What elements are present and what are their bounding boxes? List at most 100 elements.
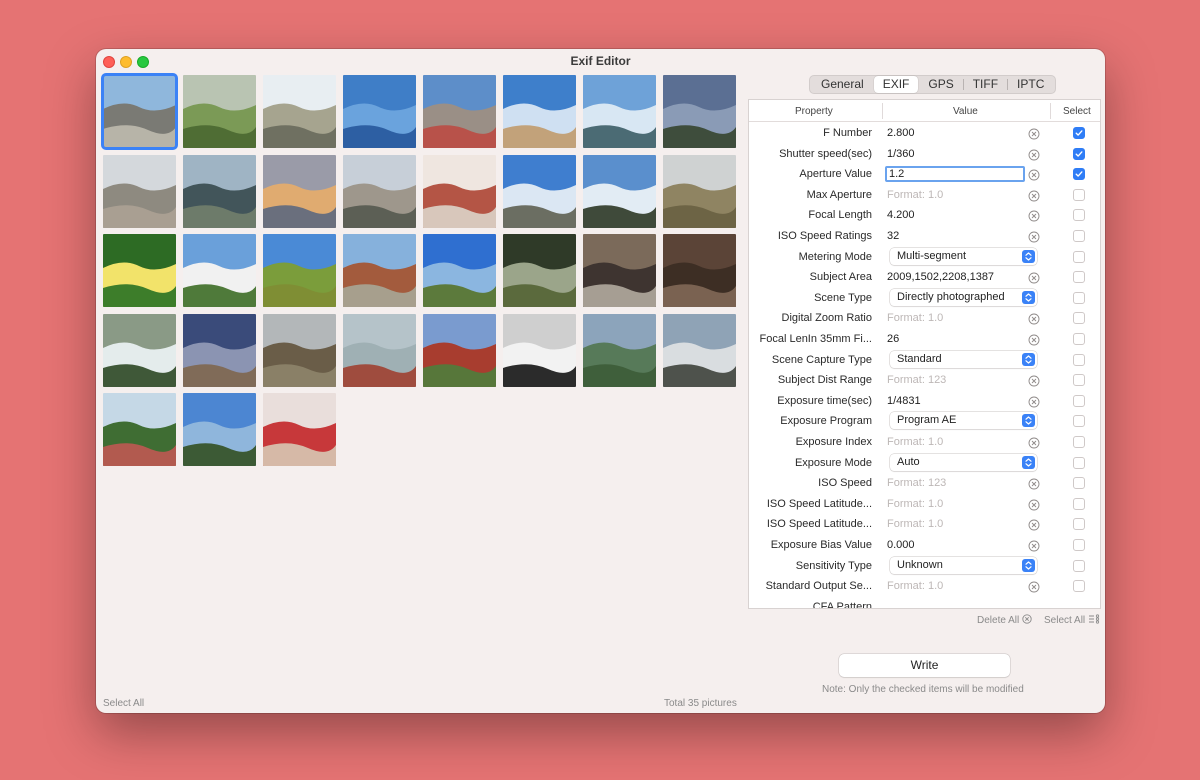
column-header-value[interactable]: Value bbox=[953, 106, 978, 117]
photo-thumbnail[interactable] bbox=[343, 154, 416, 228]
clear-icon[interactable] bbox=[1028, 189, 1040, 202]
clear-icon[interactable] bbox=[1028, 333, 1040, 346]
clear-icon[interactable] bbox=[1028, 209, 1040, 222]
value-placeholder[interactable]: Format: 1.0 bbox=[887, 436, 943, 448]
photo-thumbnail[interactable] bbox=[583, 313, 656, 387]
clear-icon[interactable] bbox=[1028, 312, 1040, 325]
select-checkbox[interactable] bbox=[1073, 497, 1085, 510]
photo-thumbnail[interactable] bbox=[263, 75, 336, 148]
photo-thumbnail[interactable] bbox=[101, 73, 178, 150]
photo-thumbnail[interactable] bbox=[183, 313, 256, 387]
clear-icon[interactable] bbox=[1028, 148, 1040, 161]
photo-thumbnail[interactable] bbox=[263, 154, 336, 228]
select-checkbox[interactable] bbox=[1073, 188, 1085, 201]
photo-thumbnail[interactable] bbox=[663, 313, 736, 387]
value-field[interactable]: 32 bbox=[887, 230, 899, 242]
photo-thumbnail[interactable] bbox=[503, 313, 576, 387]
value-field[interactable]: 2009,1502,2208,1387 bbox=[887, 271, 994, 283]
photo-thumbnail[interactable] bbox=[343, 234, 416, 307]
photo-thumbnail[interactable] bbox=[183, 75, 256, 148]
select-checkbox[interactable] bbox=[1073, 291, 1085, 304]
photo-thumbnail[interactable] bbox=[183, 234, 256, 307]
value-field[interactable]: 0.000 bbox=[887, 539, 915, 551]
value-placeholder[interactable]: Format: 1.0 bbox=[887, 580, 943, 592]
clear-icon[interactable] bbox=[1028, 436, 1040, 449]
value-select[interactable]: Program AE bbox=[890, 412, 1037, 430]
photo-thumbnail[interactable] bbox=[423, 154, 496, 228]
value-select[interactable]: Directly photographed bbox=[890, 288, 1037, 306]
photo-thumbnail[interactable] bbox=[583, 234, 656, 307]
select-checkbox[interactable] bbox=[1073, 394, 1085, 407]
clear-icon[interactable] bbox=[1028, 127, 1040, 140]
select-checkbox[interactable] bbox=[1073, 209, 1085, 222]
select-checkbox[interactable] bbox=[1073, 518, 1085, 531]
value-select[interactable]: Standard bbox=[890, 350, 1037, 368]
clear-icon[interactable] bbox=[1028, 477, 1040, 490]
select-checkbox[interactable] bbox=[1073, 127, 1085, 139]
select-checkbox[interactable] bbox=[1073, 580, 1085, 593]
value-placeholder[interactable]: Format: 1.0 bbox=[887, 498, 943, 510]
photo-thumbnail[interactable] bbox=[663, 234, 736, 307]
photo-thumbnail[interactable] bbox=[263, 234, 336, 307]
select-checkbox[interactable] bbox=[1073, 250, 1085, 263]
photo-thumbnail[interactable] bbox=[423, 234, 496, 307]
select-checkbox[interactable] bbox=[1073, 415, 1085, 428]
clear-icon[interactable] bbox=[1028, 518, 1040, 531]
value-field[interactable]: 2.800 bbox=[887, 127, 915, 139]
clear-icon[interactable] bbox=[1028, 374, 1040, 387]
tab-exif[interactable]: EXIF bbox=[873, 76, 919, 93]
photo-thumbnail[interactable] bbox=[183, 393, 256, 466]
photo-thumbnail[interactable] bbox=[263, 393, 336, 466]
select-checkbox[interactable] bbox=[1073, 168, 1085, 181]
clear-icon[interactable] bbox=[1028, 395, 1040, 408]
clear-icon[interactable] bbox=[1028, 580, 1040, 593]
value-field[interactable]: 4.200 bbox=[887, 209, 915, 221]
select-all-exif-button[interactable]: Select All bbox=[1044, 614, 1100, 626]
photo-thumbnail[interactable] bbox=[583, 154, 656, 228]
photo-thumbnail[interactable] bbox=[103, 313, 176, 387]
write-button[interactable]: Write bbox=[839, 654, 1010, 677]
select-checkbox[interactable] bbox=[1073, 353, 1085, 366]
photo-thumbnail[interactable] bbox=[663, 154, 736, 228]
photo-thumbnail[interactable] bbox=[263, 313, 336, 387]
select-all-pictures-button[interactable]: Select All bbox=[103, 698, 144, 709]
photo-thumbnail[interactable] bbox=[583, 75, 656, 148]
value-field[interactable]: 1/360 bbox=[887, 148, 915, 160]
value-select[interactable]: Multi-segment bbox=[890, 247, 1037, 265]
photo-thumbnail[interactable] bbox=[503, 154, 576, 228]
clear-icon[interactable] bbox=[1028, 230, 1040, 243]
value-placeholder[interactable]: Format: 1.0 bbox=[887, 312, 943, 324]
select-checkbox[interactable] bbox=[1073, 230, 1085, 242]
photo-thumbnail[interactable] bbox=[663, 75, 736, 148]
tab-iptc[interactable]: IPTC bbox=[1008, 76, 1053, 93]
photo-thumbnail[interactable] bbox=[343, 313, 416, 387]
select-checkbox[interactable] bbox=[1073, 374, 1085, 387]
select-checkbox[interactable] bbox=[1073, 539, 1085, 551]
clear-icon[interactable] bbox=[1028, 498, 1040, 511]
value-input[interactable] bbox=[885, 166, 1025, 183]
tab-tiff[interactable]: TIFF bbox=[964, 76, 1007, 93]
delete-all-button[interactable]: Delete All bbox=[977, 614, 1032, 626]
value-field[interactable]: 1/4831 bbox=[887, 395, 921, 407]
select-checkbox[interactable] bbox=[1073, 147, 1085, 160]
photo-thumbnail[interactable] bbox=[103, 393, 176, 466]
select-checkbox[interactable] bbox=[1073, 436, 1085, 448]
clear-icon[interactable] bbox=[1028, 168, 1040, 181]
photo-thumbnail[interactable] bbox=[103, 234, 176, 307]
select-checkbox[interactable] bbox=[1073, 456, 1085, 469]
clear-icon[interactable] bbox=[1028, 539, 1040, 552]
select-checkbox[interactable] bbox=[1073, 477, 1085, 490]
clear-icon[interactable] bbox=[1028, 271, 1040, 284]
value-placeholder[interactable]: Format: 1.0 bbox=[887, 189, 943, 201]
value-placeholder[interactable]: Format: 123 bbox=[887, 374, 946, 386]
photo-thumbnail[interactable] bbox=[423, 75, 496, 148]
value-placeholder[interactable]: Format: 123 bbox=[887, 477, 946, 489]
tab-gps[interactable]: GPS bbox=[919, 76, 962, 93]
photo-thumbnail[interactable] bbox=[503, 234, 576, 307]
photo-thumbnail[interactable] bbox=[103, 154, 176, 228]
column-header-property[interactable]: Property bbox=[795, 106, 833, 117]
select-checkbox[interactable] bbox=[1073, 333, 1085, 345]
value-field[interactable]: 26 bbox=[887, 333, 899, 345]
select-checkbox[interactable] bbox=[1073, 559, 1085, 572]
value-select[interactable]: Unknown bbox=[890, 556, 1037, 574]
